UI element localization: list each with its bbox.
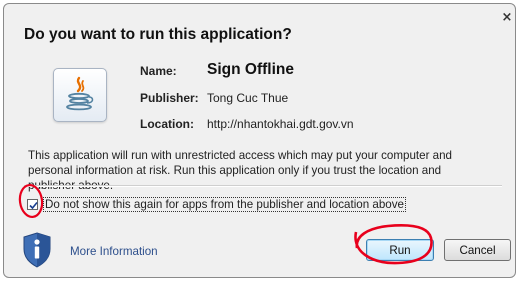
close-button[interactable]: × bbox=[500, 11, 514, 25]
dialog-title: Do you want to run this application? bbox=[24, 26, 292, 43]
java-icon bbox=[53, 68, 107, 122]
location-value: http://nhantokhai.gdt.gov.vn bbox=[207, 117, 354, 131]
dont-show-again-row[interactable]: Do not show this again for apps from the… bbox=[27, 196, 406, 212]
security-dialog: × Do you want to run this application? N… bbox=[3, 3, 516, 278]
location-label: Location: bbox=[140, 117, 194, 131]
checkmark-icon bbox=[29, 201, 38, 209]
cancel-button[interactable]: Cancel bbox=[444, 239, 511, 261]
dont-show-again-checkbox[interactable] bbox=[27, 198, 38, 210]
run-button[interactable]: Run bbox=[366, 239, 434, 261]
publisher-value: Tong Cuc Thue bbox=[207, 91, 289, 105]
divider bbox=[24, 185, 502, 187]
dont-show-again-label[interactable]: Do not show this again for apps from the… bbox=[43, 196, 406, 212]
more-information-link[interactable]: More Information bbox=[70, 245, 158, 258]
shield-info-icon bbox=[23, 232, 51, 268]
publisher-label: Publisher: bbox=[140, 91, 199, 105]
name-label: Name: bbox=[140, 64, 177, 78]
name-value: Sign Offline bbox=[207, 61, 294, 78]
